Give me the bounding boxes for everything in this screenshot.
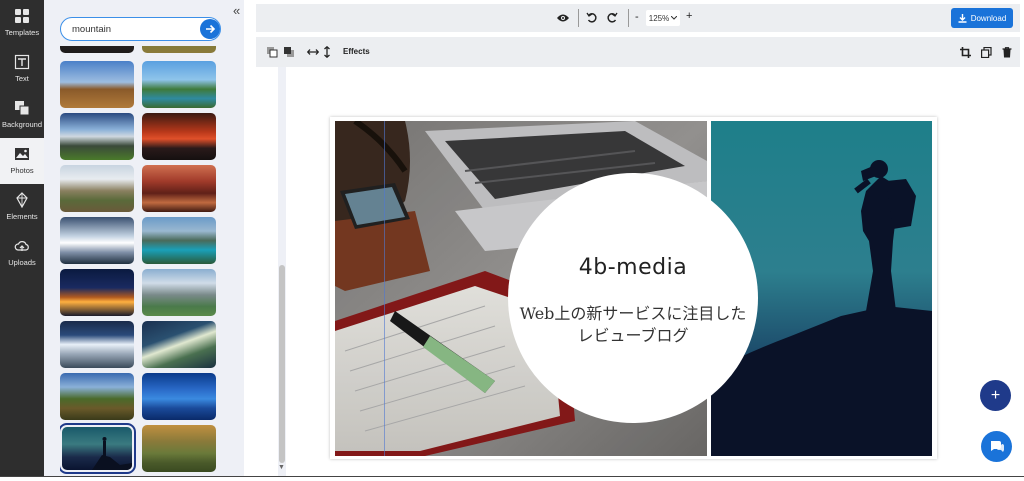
photo-thumb[interactable] bbox=[142, 321, 216, 368]
zoom-value: 125% bbox=[648, 13, 670, 23]
photo-thumb[interactable] bbox=[142, 269, 216, 316]
photos-panel: mountain « ▼ bbox=[44, 0, 286, 476]
crop-icon[interactable] bbox=[958, 45, 972, 59]
download-label: Download bbox=[970, 13, 1007, 23]
photo-thumb[interactable] bbox=[60, 269, 134, 316]
brand-title[interactable]: 4b-media bbox=[579, 255, 687, 280]
photo-thumb[interactable] bbox=[60, 46, 134, 53]
photo-thumb[interactable] bbox=[60, 217, 134, 264]
element-toolbar: Effects bbox=[256, 37, 1020, 67]
rail-item-photos[interactable]: Photos bbox=[0, 138, 44, 184]
rail-item-elements[interactable]: Elements bbox=[0, 184, 44, 230]
zoom-out-button[interactable]: - bbox=[635, 11, 639, 23]
rail-label-background: Background bbox=[1, 120, 43, 129]
add-fab-button[interactable]: + bbox=[980, 380, 1011, 411]
photo-thumb[interactable] bbox=[60, 113, 134, 160]
photo-thumb[interactable] bbox=[60, 61, 134, 108]
eye-icon[interactable] bbox=[555, 10, 571, 26]
scroll-down-arrow-icon[interactable]: ▼ bbox=[278, 464, 285, 471]
zoom-select[interactable]: 125% bbox=[646, 10, 680, 26]
chevron-down-icon bbox=[671, 16, 678, 20]
upload-cloud-icon bbox=[14, 241, 29, 251]
rail-item-uploads[interactable]: Uploads bbox=[0, 230, 44, 276]
undo-icon[interactable] bbox=[584, 10, 600, 26]
photo-thumb[interactable] bbox=[142, 165, 216, 212]
title-circle[interactable]: 4b-media Web上の新サービスに注目した レビューブログ bbox=[508, 173, 758, 423]
rail-item-background[interactable]: Background bbox=[0, 92, 44, 138]
design-canvas[interactable]: 4b-media Web上の新サービスに注目した レビューブログ bbox=[330, 117, 937, 459]
photo-grid bbox=[60, 46, 233, 476]
top-toolbar: - 125% + Download bbox=[256, 4, 1020, 32]
text-icon bbox=[14, 54, 30, 70]
rail-label-templates: Templates bbox=[4, 28, 40, 37]
bring-forward-icon[interactable] bbox=[265, 45, 279, 59]
zoom-in-button[interactable]: + bbox=[686, 10, 692, 22]
flip-vertical-icon[interactable] bbox=[320, 45, 334, 59]
download-icon bbox=[958, 13, 967, 23]
rail-item-templates[interactable]: Templates bbox=[0, 0, 44, 46]
photo-thumb[interactable] bbox=[60, 321, 134, 368]
double-chevron-left-icon[interactable]: « bbox=[233, 3, 240, 18]
flip-horizontal-icon[interactable] bbox=[306, 45, 320, 59]
send-backward-icon[interactable] bbox=[282, 45, 296, 59]
photo-thumb[interactable] bbox=[142, 373, 216, 420]
grid-icon bbox=[15, 9, 29, 23]
toolbar-divider bbox=[628, 9, 629, 27]
duplicate-icon[interactable] bbox=[979, 45, 993, 59]
search-input-value[interactable]: mountain bbox=[72, 24, 111, 35]
hiker-silhouette-icon bbox=[92, 437, 132, 470]
elements-icon bbox=[16, 192, 28, 208]
chat-fab-button[interactable] bbox=[981, 431, 1012, 462]
photo-thumb[interactable] bbox=[142, 217, 216, 264]
photo-thumb-selected[interactable] bbox=[60, 423, 136, 474]
search-submit-button[interactable] bbox=[200, 19, 220, 39]
photo-thumb[interactable] bbox=[142, 61, 216, 108]
rail-item-text[interactable]: Text bbox=[0, 46, 44, 92]
trash-icon[interactable] bbox=[1000, 45, 1014, 59]
rail-label-photos: Photos bbox=[10, 166, 34, 175]
photo-thumb[interactable] bbox=[142, 113, 216, 160]
photo-thumb[interactable] bbox=[142, 46, 216, 53]
photo-thumb[interactable] bbox=[60, 373, 134, 420]
photo-icon bbox=[15, 148, 29, 160]
toolbar-divider bbox=[578, 9, 579, 27]
editor-app: Templates Text Background Photos Element… bbox=[0, 0, 1024, 481]
photo-thumb[interactable] bbox=[60, 165, 134, 212]
search-input[interactable]: mountain bbox=[60, 17, 221, 41]
background-icon bbox=[15, 101, 30, 116]
tagline-line-1[interactable]: Web上の新サービスに注目した bbox=[520, 303, 747, 325]
panel-scrollbar-thumb[interactable] bbox=[279, 265, 285, 463]
effects-button[interactable]: Effects bbox=[343, 47, 370, 56]
redo-icon[interactable] bbox=[604, 10, 620, 26]
tagline-line-2[interactable]: レビューブログ bbox=[577, 325, 688, 347]
plus-icon: + bbox=[990, 386, 1001, 404]
window-bottom-edge bbox=[0, 476, 1024, 481]
rail-label-text: Text bbox=[15, 74, 29, 83]
rail-label-elements: Elements bbox=[6, 212, 38, 221]
chat-icon bbox=[990, 440, 1004, 452]
rail-label-uploads: Uploads bbox=[8, 258, 36, 267]
download-button[interactable]: Download bbox=[951, 8, 1013, 28]
arrow-right-icon bbox=[206, 24, 216, 34]
alignment-guide bbox=[384, 121, 385, 456]
left-rail: Templates Text Background Photos Element… bbox=[0, 0, 44, 476]
photo-thumb[interactable] bbox=[142, 425, 216, 472]
